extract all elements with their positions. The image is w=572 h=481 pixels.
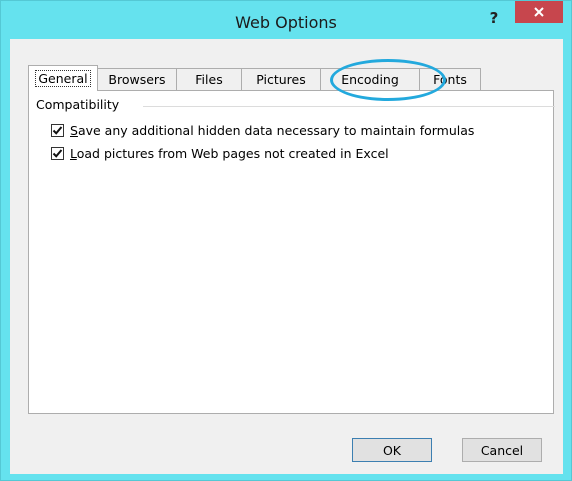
tab-label: Files [195,72,223,87]
close-button[interactable] [515,1,563,23]
cancel-button[interactable]: Cancel [462,438,542,462]
title-bar[interactable]: Web Options ? [1,1,571,36]
web-options-dialog: Web Options ? General Browsers Files Pic… [0,0,572,481]
mnemonic-letter: L [70,146,77,161]
checkmark-icon [52,149,63,158]
tab-fonts[interactable]: Fonts [419,68,481,90]
tab-pictures[interactable]: Pictures [241,68,321,90]
save-hidden-data-label: Save any additional hidden data necessar… [70,123,474,138]
option-text: oad pictures from Web pages not created … [76,146,389,161]
tab-browsers[interactable]: Browsers [97,68,177,90]
load-pictures-option[interactable]: Load pictures from Web pages not created… [51,146,389,161]
group-divider [143,106,555,107]
tab-label: Pictures [256,72,306,87]
tab-label: Encoding [341,72,399,87]
tab-label: General [35,70,91,87]
general-tab-panel: Compatibility Save any additional hidden… [28,90,555,414]
load-pictures-label: Load pictures from Web pages not created… [70,146,389,161]
save-hidden-data-option[interactable]: Save any additional hidden data necessar… [51,123,474,138]
tab-files[interactable]: Files [176,68,242,90]
load-pictures-checkbox[interactable] [51,147,64,160]
dialog-body: General Browsers Files Pictures Encoding… [10,39,563,474]
tab-label: Browsers [108,72,166,87]
ok-button[interactable]: OK [352,438,432,462]
close-icon [533,6,545,18]
tab-encoding[interactable]: Encoding [320,68,420,90]
checkmark-icon [52,126,63,135]
option-text: ave any additional hidden data necessary… [77,123,475,138]
mnemonic-letter: S [70,123,78,138]
save-hidden-data-checkbox[interactable] [51,124,64,137]
help-button[interactable]: ? [483,9,505,29]
tab-label: Fonts [433,72,467,87]
group-title: Compatibility [36,97,120,112]
tab-general[interactable]: General [28,65,98,91]
